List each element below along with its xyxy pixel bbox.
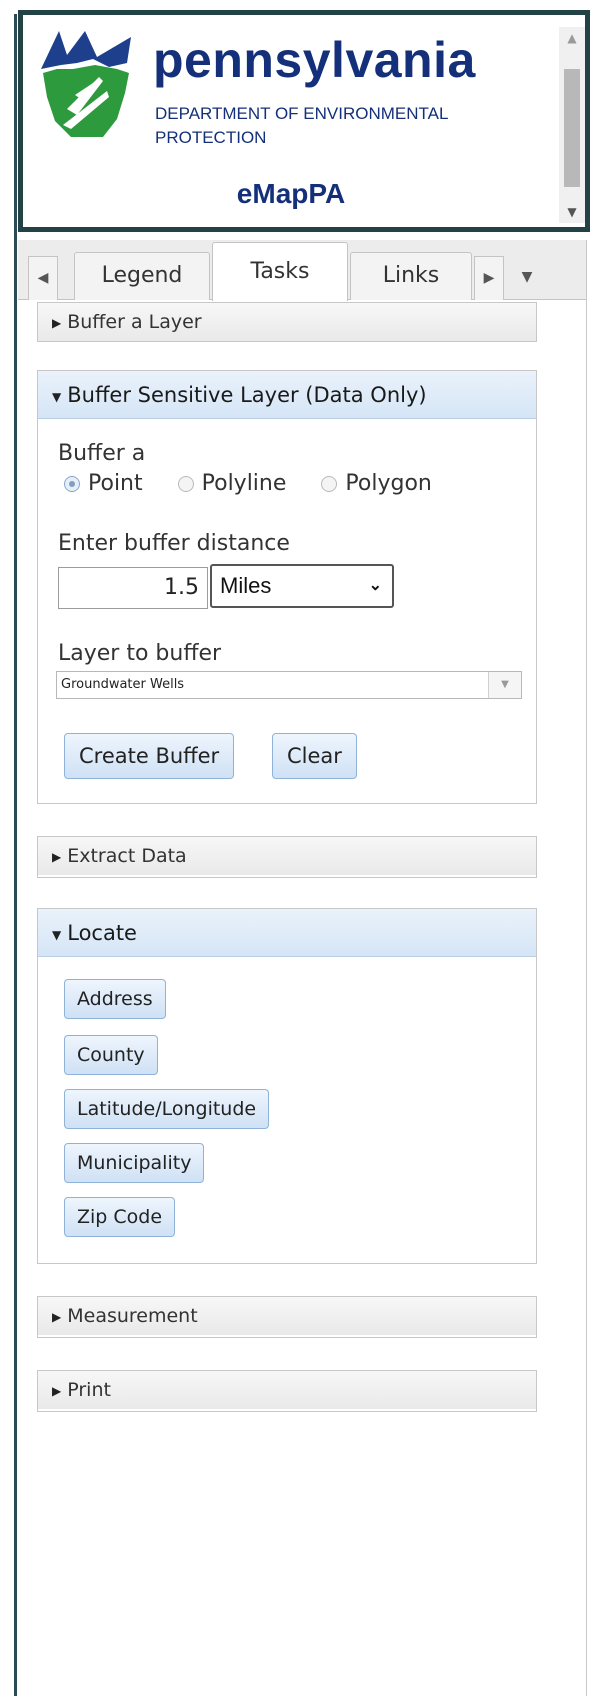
locate-zip-code-button[interactable]: Zip Code <box>64 1197 176 1237</box>
radio-polygon[interactable]: Polygon <box>321 471 432 496</box>
unit-value: Miles <box>220 573 272 598</box>
panel-buffer-a-layer: ▶ Buffer a Layer <box>37 302 537 342</box>
panel-header-print[interactable]: ▶ Print <box>38 1371 536 1409</box>
panel-title: Print <box>67 1379 111 1401</box>
radio-label: Point <box>88 471 143 496</box>
tab-menu-chevron-down-icon[interactable]: ▼ <box>512 256 542 300</box>
layer-label: Layer to buffer <box>58 641 222 666</box>
radio-label: Polygon <box>345 471 432 496</box>
tab-tasks[interactable]: Tasks <box>212 242 348 301</box>
geometry-radio-group: Point Polyline Polygon <box>64 471 460 496</box>
tab-legend[interactable]: Legend <box>74 252 210 300</box>
caret-right-icon: ▶ <box>52 1384 62 1398</box>
radio-checked-icon[interactable] <box>64 476 80 492</box>
caret-down-icon: ▼ <box>52 928 62 942</box>
scroll-down-icon[interactable]: ▼ <box>559 201 585 223</box>
locate-address-button[interactable]: Address <box>64 979 166 1019</box>
panel-extract-data: ▶ Extract Data <box>37 836 537 878</box>
distance-label: Enter buffer distance <box>58 531 290 556</box>
clear-button[interactable]: Clear <box>272 733 357 779</box>
panel-title: Buffer a Layer <box>67 311 202 333</box>
tab-scroll-left-icon[interactable]: ◀ <box>28 256 58 300</box>
radio-label: Polyline <box>201 471 287 496</box>
panel-title: Extract Data <box>67 845 187 867</box>
panel-locate: ▼ Locate Address County Latitude/Longitud… <box>37 908 537 1264</box>
caret-down-icon: ▼ <box>52 390 62 404</box>
brand-name: pennsylvania <box>153 32 476 88</box>
panel-header-extract-data[interactable]: ▶ Extract Data <box>38 837 536 875</box>
create-buffer-button[interactable]: Create Buffer <box>64 733 235 779</box>
caret-right-icon: ▶ <box>52 316 62 330</box>
caret-right-icon: ▶ <box>52 1310 62 1324</box>
left-border <box>14 14 17 1696</box>
panel-header-buffer-sensitive-layer[interactable]: ▼ Buffer Sensitive Layer (Data Only) <box>38 371 536 419</box>
panel-header-locate[interactable]: ▼ Locate <box>38 909 536 957</box>
app-title: eMapPA <box>236 178 346 209</box>
locate-municipality-button[interactable]: Municipality <box>64 1143 205 1183</box>
radio-unchecked-icon[interactable] <box>177 476 194 492</box>
buffer-distance-input[interactable]: 1.5 <box>58 567 208 609</box>
panel-header-buffer-a-layer[interactable]: ▶ Buffer a Layer <box>38 303 536 341</box>
tab-scroll-right-icon[interactable]: ▶ <box>474 256 504 300</box>
layer-value: Groundwater Wells <box>61 677 185 692</box>
caret-right-icon: ▶ <box>52 850 62 864</box>
radio-unchecked-icon[interactable] <box>321 476 338 492</box>
panel-title: Locate <box>67 921 137 945</box>
locate-lat-long-button[interactable]: Latitude/Longitude <box>64 1089 270 1129</box>
app-frame: pennsylvania DEPARTMENT OF ENVIRONMENTAL… <box>0 0 594 1696</box>
distance-unit-select[interactable]: Miles ⌄ <box>210 564 394 608</box>
scroll-up-icon[interactable]: ▲ <box>559 27 585 49</box>
panel-title: Measurement <box>67 1305 198 1327</box>
right-border <box>586 240 587 1696</box>
pennsylvania-keystone-logo <box>37 29 135 139</box>
tab-links[interactable]: Links <box>350 252 472 300</box>
dropdown-arrow-icon[interactable]: ▼ <box>488 672 521 698</box>
app-header: pennsylvania DEPARTMENT OF ENVIRONMENTAL… <box>18 10 590 232</box>
panel-header-measurement[interactable]: ▶ Measurement <box>38 1297 536 1335</box>
layer-select[interactable]: Groundwater Wells ▼ <box>56 671 522 699</box>
buffer-a-label: Buffer a <box>58 441 146 466</box>
header-scrollbar[interactable]: ▲ ▼ <box>559 27 585 223</box>
panel-measurement: ▶ Measurement <box>37 1296 537 1338</box>
panel-title: Buffer Sensitive Layer (Data Only) <box>67 383 427 407</box>
scroll-thumb[interactable] <box>564 69 580 187</box>
tab-bar: ◀ Legend Tasks Links ▶ ▼ <box>18 240 586 301</box>
locate-county-button[interactable]: County <box>64 1035 158 1075</box>
radio-polyline[interactable]: Polyline <box>177 471 287 496</box>
department-name: DEPARTMENT OF ENVIRONMENTAL PROTECTION <box>155 104 448 147</box>
panel-print: ▶ Print <box>37 1370 537 1412</box>
chevron-down-icon: ⌄ <box>368 577 382 594</box>
panel-buffer-sensitive-layer: ▼ Buffer Sensitive Layer (Data Only) Buff… <box>37 370 537 804</box>
radio-point[interactable]: Point <box>64 471 143 496</box>
